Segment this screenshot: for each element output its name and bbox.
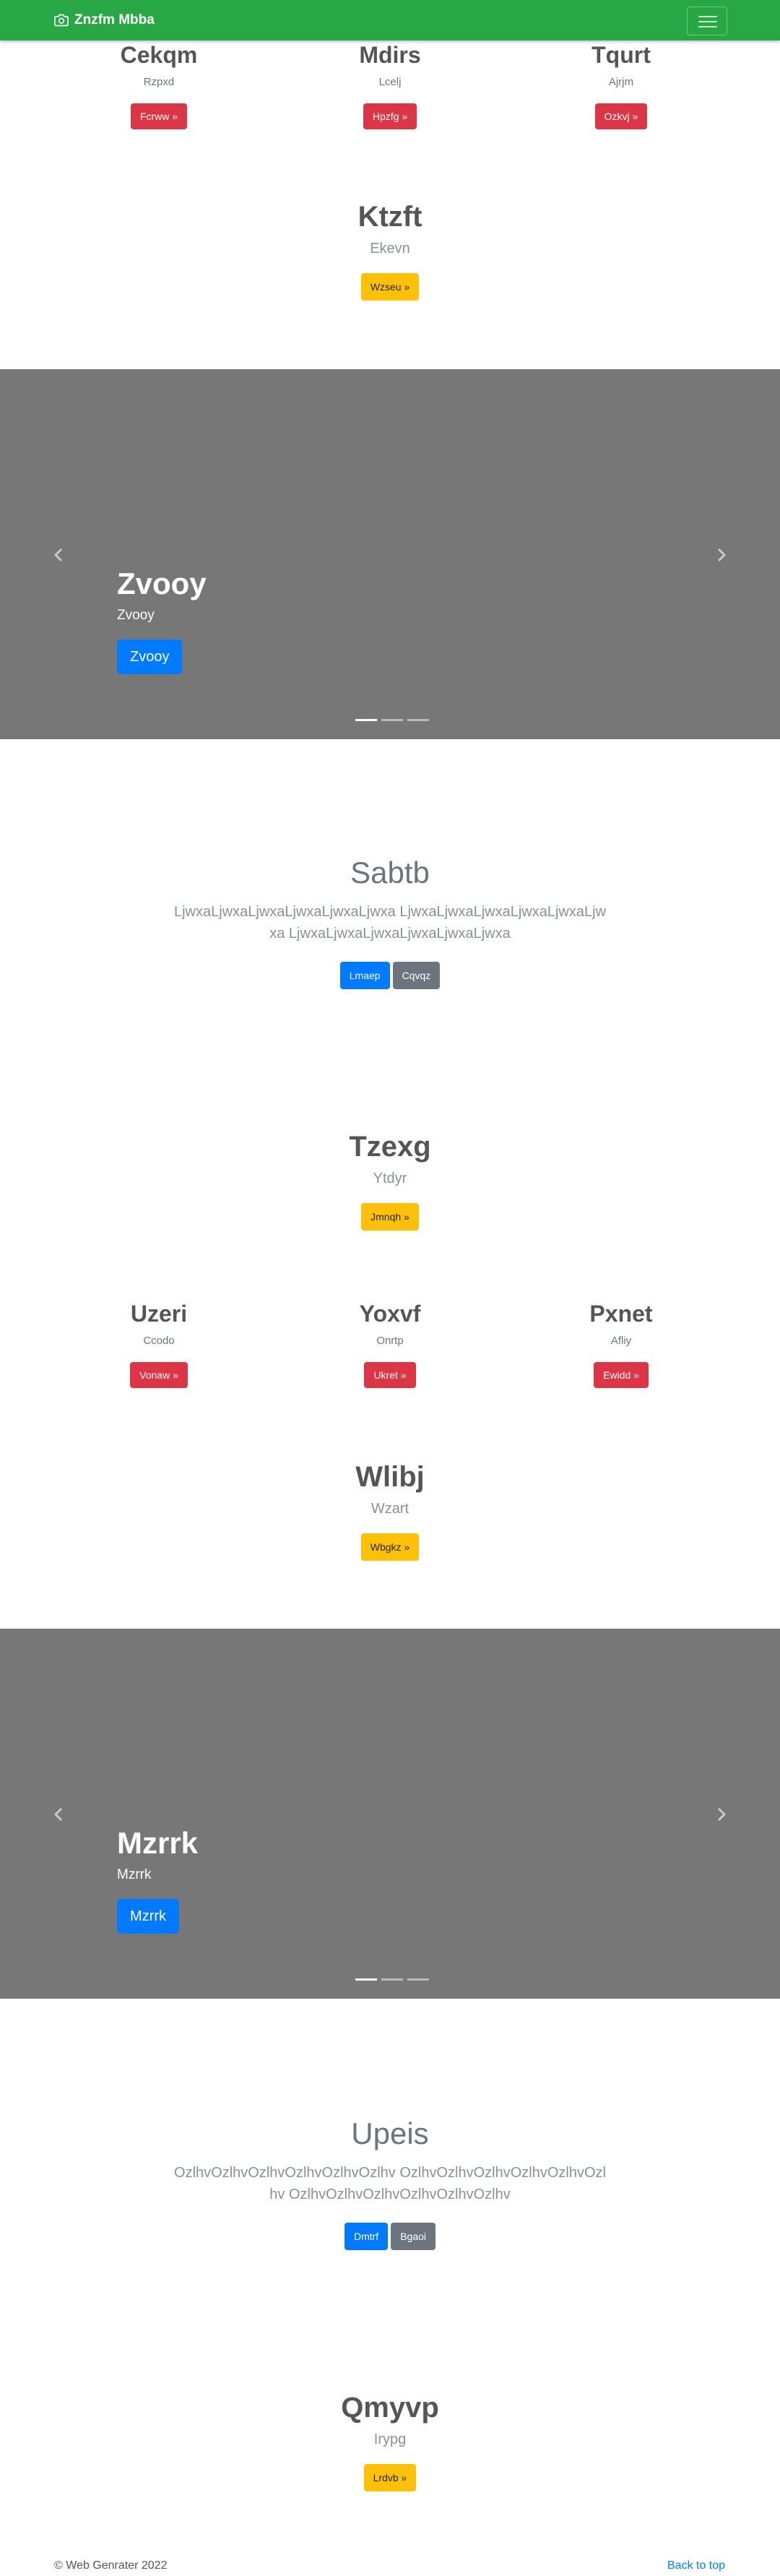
column-button[interactable]: Vonaw » xyxy=(130,1362,188,1388)
column-button[interactable]: Ozkvj » xyxy=(594,103,648,129)
carousel-caption: Zvooy Zvooy Zvooy xyxy=(117,566,207,674)
column-subtitle: Ccodo xyxy=(143,1335,175,1347)
feature-block: Qmyvp Irypg Lrdvb » xyxy=(0,2390,780,2491)
jumbotron-title: Sabtb xyxy=(350,856,430,889)
carousel: Mzrrk Mzrrk Mzrrk xyxy=(0,1629,780,1999)
jumbotron: Sabtb LjwxaLjwxaLjwxaLjwxaLjwxaLjwxa Ljw… xyxy=(0,855,780,989)
column-button[interactable]: Hpzfg » xyxy=(363,103,417,129)
carousel-indicator[interactable] xyxy=(381,1978,403,1981)
column-title: Yoxvf xyxy=(359,1301,421,1327)
feature-block: Wlibj Wzart Wbgkz » xyxy=(0,1460,780,1561)
navbar-toggler-button[interactable] xyxy=(687,7,727,35)
column-subtitle: Onrtp xyxy=(376,1335,404,1347)
carousel-indicator[interactable] xyxy=(407,1978,429,1981)
feature-button[interactable]: Wzseu » xyxy=(360,273,420,301)
column-card: Mdirs Lcelj Hpzfg » xyxy=(260,41,520,129)
feature-subtitle: Wzart xyxy=(370,1501,410,1517)
carousel-indicators xyxy=(353,1978,431,1981)
feature-title: Tzexg xyxy=(349,1131,431,1163)
feature-title: Wlibj xyxy=(355,1461,425,1493)
carousel-title: Zvooy xyxy=(117,567,207,600)
jumbotron-secondary-button[interactable]: Bgaoi xyxy=(391,2223,436,2250)
carousel-prev-icon[interactable] xyxy=(51,1806,68,1823)
column-subtitle: Lcelj xyxy=(378,76,402,88)
column-button[interactable]: Ukret » xyxy=(364,1362,416,1388)
feature-title: Ktzft xyxy=(358,201,422,233)
carousel-next-icon[interactable] xyxy=(712,546,729,564)
navbar: Znzfm Mbba xyxy=(0,0,780,40)
carousel-prev-icon[interactable] xyxy=(51,546,68,564)
column-card: Cekqm Rzpxd Fcrww » xyxy=(29,41,289,129)
feature-subtitle: Ekevn xyxy=(370,241,410,257)
carousel-text: Zvooy xyxy=(117,608,155,623)
carousel-button[interactable]: Mzrrk xyxy=(117,1899,179,1934)
column-subtitle: Ajrjm xyxy=(608,76,634,88)
column-title: Tqurt xyxy=(592,42,651,68)
carousel-button[interactable]: Zvooy xyxy=(117,639,183,674)
jumbotron-title: Upeis xyxy=(351,2116,429,2150)
column-card: Tqurt Ajrjm Ozkvj » xyxy=(491,41,751,129)
hamburger-icon-line xyxy=(698,21,717,22)
column-card: Yoxvf Onrtp Ukret » xyxy=(260,1300,520,1388)
feature-block: Ktzft Ekevn Wzseu » xyxy=(0,199,780,301)
hamburger-icon-line xyxy=(698,16,717,17)
column-title: Cekqm xyxy=(120,42,198,68)
jumbotron-secondary-button[interactable]: Cqvqz xyxy=(392,962,441,989)
carousel-indicators xyxy=(353,719,431,721)
carousel-text: Mzrrk xyxy=(117,1867,152,1882)
carousel-indicator[interactable] xyxy=(407,719,429,721)
column-subtitle: Afliy xyxy=(610,1335,632,1347)
hamburger-icon-line xyxy=(698,26,717,27)
jumbotron-primary-button[interactable]: Dmtrf xyxy=(344,2223,389,2250)
feature-subtitle: Irypg xyxy=(373,2431,407,2447)
column-title: Mdirs xyxy=(359,42,421,68)
column-button[interactable]: Ewidd » xyxy=(594,1362,649,1388)
brand-label: Znzfm Mbba xyxy=(74,12,155,27)
feature-button[interactable]: Lrdvb » xyxy=(363,2464,417,2491)
jumbotron: Upeis OzlhvOzlhvOzlhvOzlhvOzlhvOzlhv Ozl… xyxy=(0,2116,780,2250)
carousel: Zvooy Zvooy Zvooy xyxy=(0,369,780,739)
carousel-indicator[interactable] xyxy=(381,719,403,721)
carousel-caption: Mzrrk Mzrrk Mzrrk xyxy=(117,1825,198,1934)
column-title: Pxnet xyxy=(589,1301,653,1327)
navbar-brand[interactable]: Znzfm Mbba xyxy=(54,11,155,30)
carousel-indicator[interactable] xyxy=(355,1978,377,1981)
column-subtitle: Rzpxd xyxy=(143,76,175,88)
back-to-top-link[interactable]: Back to top xyxy=(667,2559,725,2573)
column-card: Uzeri Ccodo Vonaw » xyxy=(29,1300,289,1388)
jumbotron-lead: LjwxaLjwxaLjwxaLjwxaLjwxaLjwxa LjwxaLjwx… xyxy=(173,904,607,942)
carousel-title: Mzrrk xyxy=(117,1826,199,1860)
jumbotron-lead: OzlhvOzlhvOzlhvOzlhvOzlhvOzlhv OzlhvOzlh… xyxy=(174,2165,606,2202)
feature-button[interactable]: Jmnqh » xyxy=(361,1203,419,1231)
feature-subtitle: Ytdyr xyxy=(373,1171,407,1186)
feature-block: Tzexg Ytdyr Jmnqh » xyxy=(0,1129,780,1231)
jumbotron-primary-button[interactable]: Lmaep xyxy=(339,962,390,989)
carousel-indicator[interactable] xyxy=(355,719,377,721)
carousel-next-icon[interactable] xyxy=(712,1806,729,1823)
footer-copyright: © Web Genrater 2022 xyxy=(54,2559,168,2572)
column-title: Uzeri xyxy=(130,1301,188,1327)
feature-button[interactable]: Wbgkz » xyxy=(360,1533,420,1561)
column-card: Pxnet Afliy Ewidd » xyxy=(491,1300,751,1388)
feature-title: Qmyvp xyxy=(341,2392,439,2424)
camera-icon xyxy=(54,14,69,27)
column-button[interactable]: Fcrww » xyxy=(130,103,188,129)
